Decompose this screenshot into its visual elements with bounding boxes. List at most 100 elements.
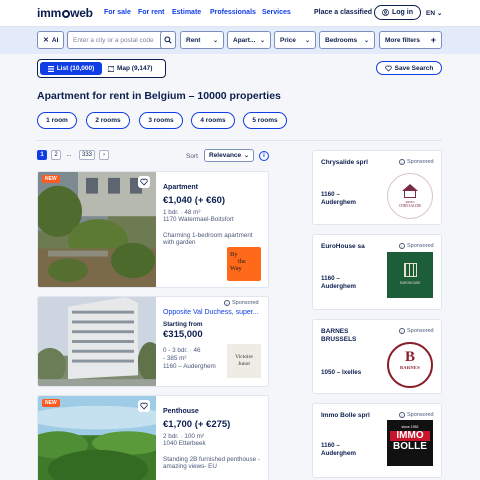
chevron-down-icon: ⌄ bbox=[436, 10, 443, 17]
list-view-label: List (10,000) bbox=[56, 65, 95, 72]
plus-icon: + bbox=[430, 35, 436, 45]
bedrooms-select[interactable]: Bedrooms ⌄ bbox=[319, 31, 375, 49]
sponsored-label: i Sponsored bbox=[399, 243, 434, 249]
chip-3-rooms[interactable]: 3 rooms bbox=[139, 112, 183, 129]
place-classified-link[interactable]: Place a classified bbox=[314, 9, 372, 16]
logo-word: since 1952 bbox=[401, 425, 419, 429]
listing-address: 1160 – Auderghem bbox=[163, 363, 216, 370]
info-icon: i bbox=[224, 300, 230, 306]
agency-card-chrysalide[interactable]: Chrysalide sprl i Sponsored 1160 – Auderg… bbox=[312, 150, 442, 225]
sort-select[interactable]: Relevance ⌄ bbox=[204, 149, 254, 162]
favorite-heart-icon[interactable] bbox=[138, 176, 150, 188]
logo-text-start: imm bbox=[37, 6, 62, 20]
building-icon bbox=[403, 263, 417, 277]
agency-card-barnes[interactable]: BARNES BRUSSELS i Sponsored 1050 – Ixelle… bbox=[312, 319, 442, 394]
nav-professionals[interactable]: Professionals bbox=[210, 9, 256, 16]
bedrooms-value: Bedrooms bbox=[325, 36, 358, 44]
search-submit-button[interactable] bbox=[160, 31, 176, 49]
more-filters-label: More filters bbox=[385, 36, 421, 44]
heart-icon bbox=[384, 65, 392, 72]
listing-price: €315,000 bbox=[163, 329, 203, 340]
sparkle-wand-icon: ✕ bbox=[43, 37, 49, 44]
chevron-down-icon: ⌄ bbox=[363, 37, 369, 44]
listing-price: €1,040 (+ €60) bbox=[163, 195, 226, 206]
save-search-button[interactable]: Save Search bbox=[376, 61, 442, 75]
property-type-value: Apart... bbox=[233, 36, 256, 44]
page-1-button[interactable]: 1 bbox=[37, 150, 47, 160]
listing-price: €1,700 (+ €275) bbox=[163, 419, 231, 430]
agency-name: BRUSSELS bbox=[321, 336, 357, 343]
page-333-button[interactable]: 333 bbox=[79, 150, 95, 160]
list-view-tab[interactable]: List (10,000) bbox=[40, 62, 102, 75]
new-badge: NEW bbox=[42, 399, 60, 407]
agency-logo-eurohouse: EUROHOUSE bbox=[387, 252, 433, 298]
nav-services[interactable]: Services bbox=[262, 9, 291, 16]
page-2-button[interactable]: 2 bbox=[51, 150, 61, 160]
ai-search-button[interactable]: ✕ AI bbox=[37, 31, 64, 49]
listing-type: Penthouse bbox=[163, 408, 199, 415]
favorite-heart-icon[interactable] bbox=[138, 400, 150, 412]
logo-text-end: web bbox=[70, 6, 93, 20]
agency-logo-by-the-way[interactable]: By the Way bbox=[227, 247, 261, 281]
listing-photo[interactable] bbox=[38, 297, 156, 386]
chevron-down-icon: ⌄ bbox=[304, 37, 310, 44]
logo-word: By bbox=[230, 251, 238, 258]
immoweb-logo[interactable]: imm web bbox=[37, 6, 93, 20]
info-icon[interactable]: i bbox=[259, 151, 269, 161]
chip-2-rooms[interactable]: 2 rooms bbox=[86, 112, 130, 129]
nav-estimate[interactable]: Estimate bbox=[172, 9, 201, 16]
listing-card[interactable]: NEW Penthouse €1,700 (+ €275) 2 bdr. · 1… bbox=[37, 395, 269, 480]
chip-4-rooms[interactable]: 4 rooms bbox=[191, 112, 235, 129]
user-icon bbox=[382, 9, 389, 16]
info-icon: i bbox=[399, 328, 405, 334]
new-badge: NEW bbox=[42, 175, 60, 183]
agency-name: Chrysalide sprl bbox=[321, 159, 368, 166]
agency-logo-victoire-junot[interactable]: Victoire Junot bbox=[227, 344, 261, 378]
sponsored-text: Sponsored bbox=[407, 412, 434, 418]
price-select[interactable]: Price ⌄ bbox=[274, 31, 316, 49]
sponsored-label: i Sponsored bbox=[399, 412, 434, 418]
list-icon bbox=[47, 65, 54, 72]
chip-1-room[interactable]: 1 room bbox=[37, 112, 77, 129]
chevron-down-icon: ⌄ bbox=[259, 37, 265, 44]
location-placeholder: Enter a city or a postal code bbox=[73, 36, 154, 44]
next-page-button[interactable]: › bbox=[99, 150, 109, 160]
property-type-select[interactable]: Apart... ⌄ bbox=[227, 31, 271, 49]
map-view-tab[interactable]: Map (9,147) bbox=[108, 62, 164, 75]
sponsored-text: Sponsored bbox=[407, 159, 434, 165]
transaction-select[interactable]: Rent ⌄ bbox=[180, 31, 224, 49]
language-selector[interactable]: EN ⌄ bbox=[426, 9, 442, 17]
chip-5-rooms[interactable]: 5 rooms bbox=[243, 112, 287, 129]
chevron-right-icon: › bbox=[103, 152, 105, 158]
agency-location: Auderghem bbox=[321, 283, 356, 290]
listing-card[interactable]: NEW Apartment €1,040 (+ €60) 1 bdr. · 48… bbox=[37, 171, 269, 288]
agency-card-immo-bolle[interactable]: Immo Bolle sprl i Sponsored 1160 – Auderg… bbox=[312, 403, 442, 478]
sponsored-text: Sponsored bbox=[232, 300, 259, 306]
sort-label: Sort bbox=[186, 153, 198, 160]
logo-word: BOLLE bbox=[393, 441, 427, 452]
more-filters-button[interactable]: More filters + bbox=[379, 31, 442, 49]
barnes-b-icon: B bbox=[404, 349, 415, 365]
agency-location: 1160 – bbox=[321, 191, 340, 198]
listing-photo[interactable] bbox=[38, 172, 156, 287]
map-view-label: Map (9,147) bbox=[117, 65, 153, 72]
listing-card[interactable]: i Sponsored Opposite Val Duchess, super..… bbox=[37, 296, 269, 387]
login-button[interactable]: Log in bbox=[374, 5, 421, 20]
save-search-label: Save Search bbox=[394, 64, 434, 72]
agency-card-eurohouse[interactable]: EuroHouse sa i Sponsored 1160 – Auderghem… bbox=[312, 234, 442, 310]
logo-word: BARNES bbox=[399, 365, 421, 370]
sponsored-text: Sponsored bbox=[407, 328, 434, 334]
agency-logo-barnes: B BARNES bbox=[387, 342, 433, 388]
view-toggle: List (10,000) Map (9,147) bbox=[37, 59, 166, 78]
logo-word: Junot bbox=[238, 360, 250, 367]
page-title: Apartment for rent in Belgium – 10000 pr… bbox=[37, 90, 281, 102]
agency-name: Immo Bolle sprl bbox=[321, 412, 370, 419]
top-navbar: imm web For sale For rent Estimate Profes… bbox=[0, 0, 480, 26]
nav-for-rent[interactable]: For rent bbox=[138, 9, 164, 16]
nav-for-sale[interactable]: For sale bbox=[104, 9, 131, 16]
logo-word: the bbox=[238, 258, 246, 265]
agency-location: 1160 – bbox=[321, 275, 340, 282]
info-icon: i bbox=[399, 159, 405, 165]
sponsored-text: Sponsored bbox=[407, 243, 434, 249]
agency-location: 1160 – bbox=[321, 442, 340, 449]
